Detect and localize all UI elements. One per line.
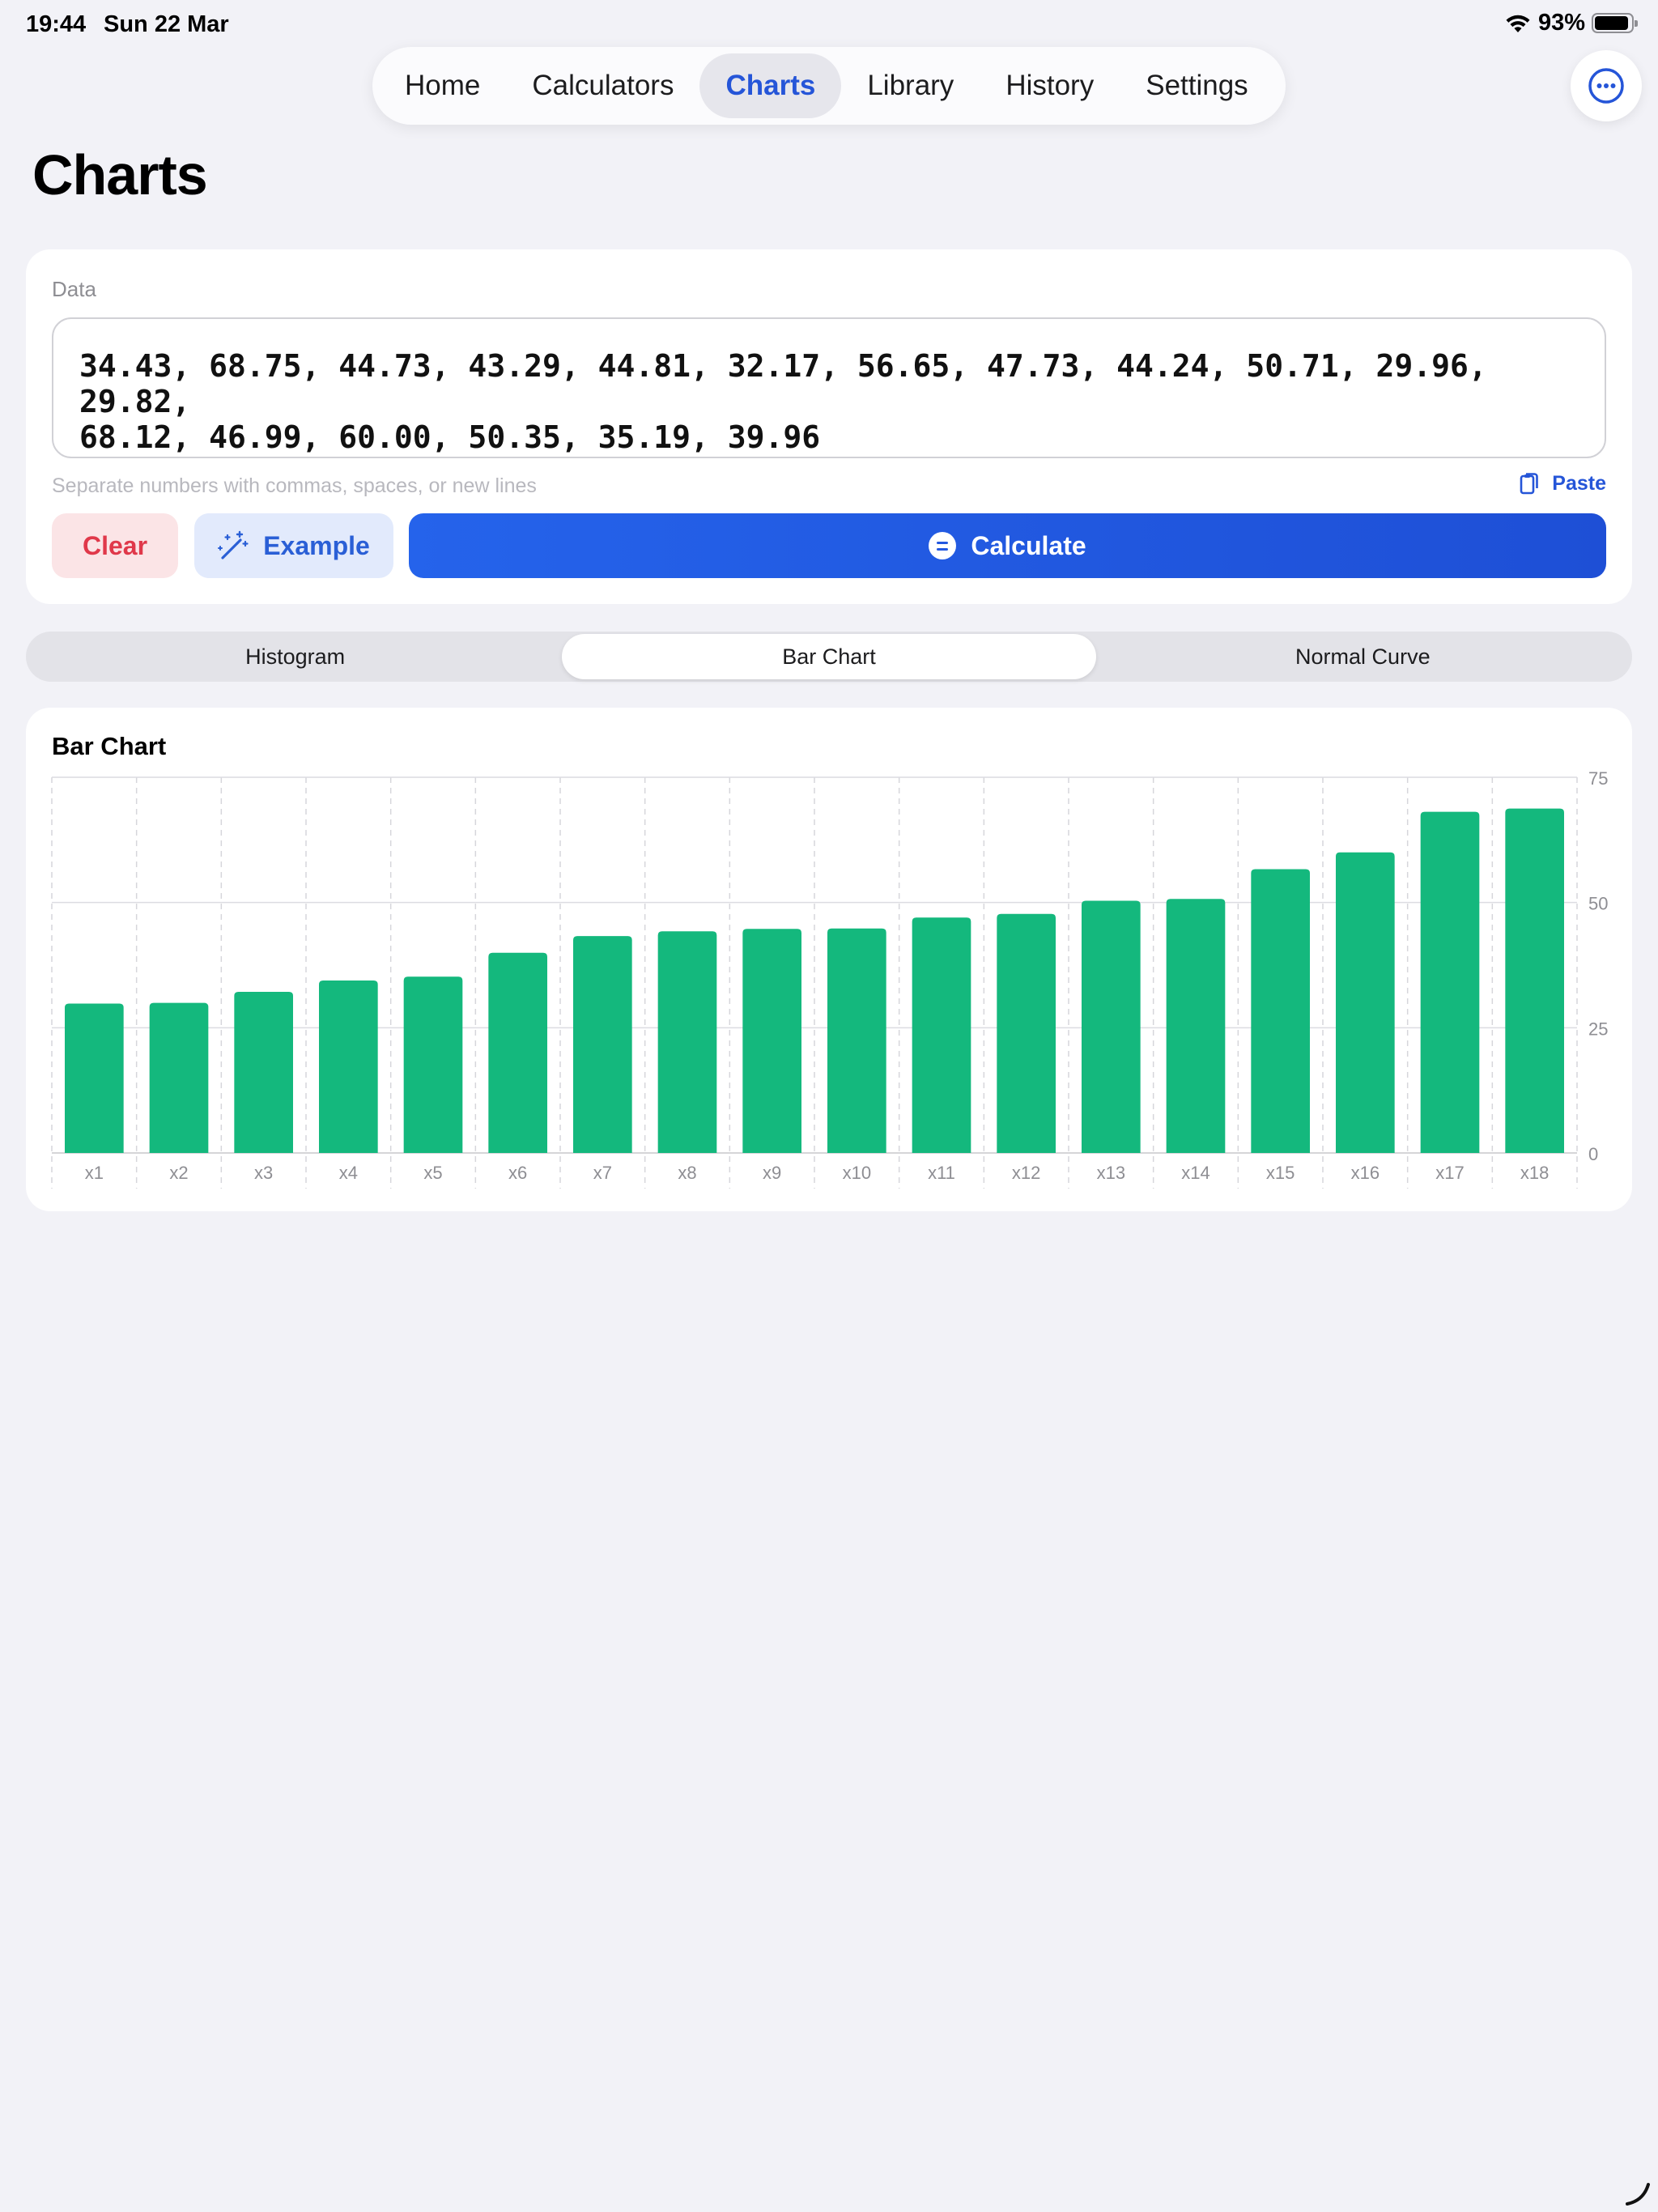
clipboard-icon: [1520, 473, 1539, 495]
tab-charts[interactable]: Charts: [699, 53, 842, 118]
ellipsis-circle-icon: [1588, 68, 1624, 104]
data-card: Data 34.43, 68.75, 44.73, 43.29, 44.81, …: [26, 249, 1632, 604]
bar: [1082, 900, 1141, 1153]
bar: [65, 1003, 124, 1153]
page-title: Charts: [32, 143, 208, 206]
x-tick-label: x4: [339, 1163, 358, 1183]
x-tick-label: x8: [678, 1163, 696, 1183]
data-hint: Separate numbers with commas, spaces, or…: [52, 474, 537, 497]
x-tick-label: x6: [508, 1163, 527, 1183]
tab-calculators[interactable]: Calculators: [506, 53, 699, 118]
x-tick-label: x15: [1266, 1163, 1295, 1183]
x-tick-label: x12: [1012, 1163, 1040, 1183]
clear-label: Clear: [82, 530, 148, 560]
top-nav: Home Calculators Charts Library History …: [372, 47, 1286, 125]
y-tick-label: 75: [1588, 768, 1608, 789]
bar: [1420, 811, 1480, 1153]
x-tick-label: x13: [1097, 1163, 1125, 1183]
bar: [234, 991, 293, 1153]
bar: [403, 976, 463, 1153]
bar: [657, 931, 717, 1153]
equal-circle-icon: [929, 532, 957, 559]
x-tick-label: x11: [928, 1163, 955, 1183]
calculate-label: Calculate: [971, 530, 1086, 560]
x-tick-label: x14: [1181, 1163, 1209, 1183]
x-tick-label: x3: [254, 1163, 273, 1183]
chart-type-segmented-control: Histogram Bar Chart Normal Curve: [26, 632, 1632, 682]
example-button[interactable]: Example: [194, 513, 393, 578]
more-button[interactable]: [1571, 50, 1642, 121]
bar: [912, 917, 971, 1153]
paste-label: Paste: [1552, 471, 1606, 495]
bar-chart: 0 25 50 75 x1 x2 x3 x4 x5 x6 x7 x8 x9 x10 x11 x12 x13 x14…: [51, 768, 1608, 1189]
bar: [149, 1002, 209, 1153]
paste-button[interactable]: Paste: [1520, 471, 1606, 496]
data-label: Data: [52, 277, 96, 301]
wifi-icon: [1506, 15, 1530, 32]
y-tick-label: 25: [1588, 1019, 1608, 1039]
battery-icon: [1592, 13, 1638, 33]
bar: [1505, 808, 1564, 1153]
bar: [573, 936, 632, 1153]
x-tick-label: x9: [763, 1163, 781, 1183]
tab-library[interactable]: Library: [841, 53, 980, 118]
segment-normal-curve[interactable]: Normal Curve: [1096, 634, 1630, 679]
x-tick-label: x5: [423, 1163, 442, 1183]
bar: [319, 980, 378, 1153]
status-time: 19:44: [26, 11, 87, 37]
battery-percent: 93%: [1537, 10, 1585, 36]
tab-history[interactable]: History: [980, 53, 1120, 118]
x-tick-label: x17: [1435, 1163, 1464, 1183]
clear-button[interactable]: Clear: [52, 513, 178, 578]
bar: [488, 952, 547, 1153]
status-bar: 19:44 Sun 22 Mar 93%: [0, 0, 1658, 50]
x-tick-label: x7: [593, 1163, 612, 1183]
bar: [742, 929, 801, 1153]
x-tick-label: x1: [85, 1163, 104, 1183]
y-tick-label: 0: [1588, 1144, 1598, 1164]
x-tick-label: x2: [169, 1163, 188, 1183]
segment-histogram[interactable]: Histogram: [28, 634, 562, 679]
bar: [827, 928, 886, 1153]
x-tick-label: x18: [1520, 1163, 1549, 1183]
chart-card: Bar Chart 0 25 50 75 x1 x2 x3 x4 x5 x6 x7 x8 x9 x10 x1…: [26, 708, 1632, 1211]
data-input[interactable]: 34.43, 68.75, 44.73, 43.29, 44.81, 32.17…: [52, 317, 1606, 458]
tab-settings[interactable]: Settings: [1120, 53, 1273, 118]
calculate-button[interactable]: Calculate: [409, 513, 1606, 578]
bar: [1336, 852, 1395, 1153]
x-tick-label: x16: [1351, 1163, 1380, 1183]
magic-wand-icon: [218, 530, 249, 559]
example-label: Example: [263, 530, 370, 560]
window-resize-handle[interactable]: [1624, 2180, 1652, 2207]
segment-bar-chart[interactable]: Bar Chart: [562, 634, 1096, 679]
bar: [1166, 899, 1226, 1153]
status-indicators: 93%: [1504, 10, 1638, 36]
bar: [1251, 869, 1310, 1153]
tab-home[interactable]: Home: [379, 53, 506, 118]
bar: [997, 913, 1056, 1153]
x-tick-label: x10: [843, 1163, 871, 1183]
y-tick-label: 50: [1588, 894, 1608, 914]
status-date: Sun 22 Mar: [104, 11, 229, 37]
